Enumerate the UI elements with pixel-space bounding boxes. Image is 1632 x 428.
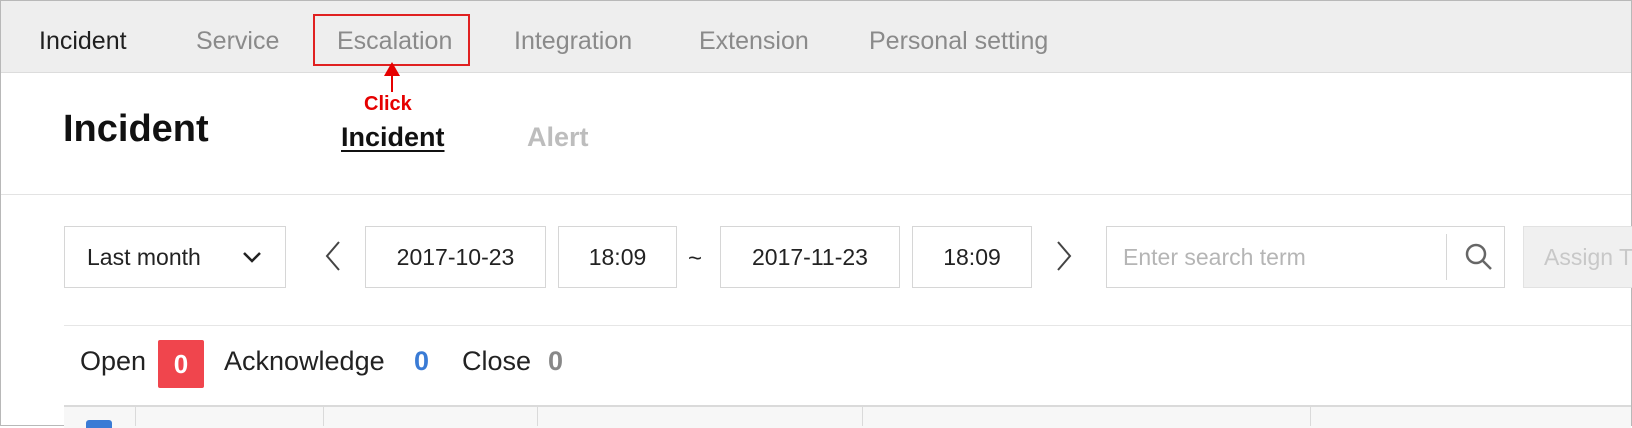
previous-range-icon[interactable]: [323, 238, 343, 274]
table-column-separator: [537, 407, 538, 426]
acknowledge-status-label[interactable]: Acknowledge: [224, 346, 385, 377]
nav-tab-incident[interactable]: Incident: [39, 1, 127, 72]
header-divider: [1, 194, 1631, 195]
click-annotation-label: Click: [364, 93, 412, 115]
assign-button[interactable]: Assign T: [1523, 226, 1632, 288]
table-column-separator: [862, 407, 863, 426]
nav-tab-extension[interactable]: Extension: [699, 1, 809, 72]
annotation-arrow-line: [391, 70, 393, 92]
incident-table-header: [64, 405, 1631, 428]
next-range-icon[interactable]: [1054, 238, 1074, 274]
filter-divider: [64, 325, 1631, 326]
select-all-checkbox[interactable]: [86, 420, 112, 428]
subtab-alert[interactable]: Alert: [527, 122, 589, 153]
close-count[interactable]: 0: [548, 346, 563, 377]
search-placeholder: Enter search term: [1123, 243, 1306, 270]
close-status-label[interactable]: Close: [462, 346, 531, 377]
date-range-select[interactable]: Last month: [64, 226, 286, 288]
table-column-separator: [1310, 407, 1311, 426]
nav-tab-service[interactable]: Service: [196, 1, 279, 72]
top-navigation: Incident Service Escalation Integration …: [1, 1, 1631, 73]
end-date-field[interactable]: 2017-11-23: [720, 226, 900, 288]
escalation-highlight-box: [313, 14, 470, 66]
date-range-select-value: Last month: [87, 243, 201, 270]
page-title: Incident: [63, 108, 209, 150]
subtab-incident[interactable]: Incident: [341, 122, 445, 153]
start-date-field[interactable]: 2017-10-23: [365, 226, 546, 288]
range-separator: ~: [688, 245, 703, 272]
chevron-down-icon: [243, 252, 261, 263]
end-time-field[interactable]: 18:09: [912, 226, 1032, 288]
table-column-separator: [323, 407, 324, 426]
start-time-field[interactable]: 18:09: [558, 226, 677, 288]
nav-tab-integration[interactable]: Integration: [514, 1, 632, 72]
search-icon[interactable]: [1464, 242, 1494, 272]
search-divider: [1446, 234, 1447, 280]
open-status-label[interactable]: Open: [80, 346, 146, 377]
nav-tab-personal-setting[interactable]: Personal setting: [869, 1, 1048, 72]
table-column-separator: [135, 407, 136, 426]
open-count-badge[interactable]: 0: [158, 340, 204, 388]
acknowledge-count[interactable]: 0: [414, 346, 429, 377]
